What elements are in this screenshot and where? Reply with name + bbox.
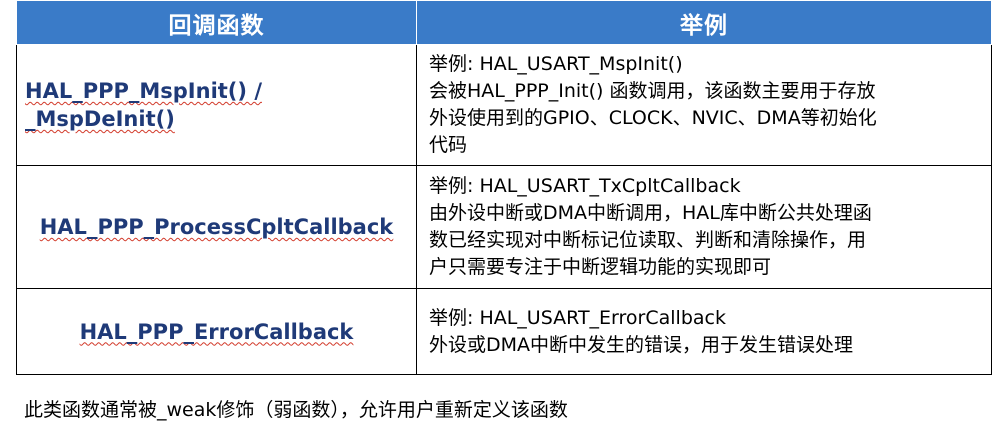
description-line: 外设使用到的GPIO、CLOCK、NVIC、DMA等初始化 [429, 107, 877, 129]
function-name-cell: HAL_PPP_ErrorCallback [16, 288, 417, 375]
description-line: 由外设中断或DMA中断调用，HAL库中断公共处理函 [429, 202, 872, 224]
page: 回调函数 举例 HAL_PPP_MspInit() / _MspDeInit()… [0, 0, 1008, 432]
table-row: HAL_PPP_ErrorCallback 举例: HAL_USART_Erro… [16, 288, 992, 375]
description-line: 外设或DMA中断中发生的错误，用于发生错误处理 [429, 333, 854, 356]
function-name-line: _MspDeInit() [25, 107, 175, 131]
example-line: 举例: HAL_USART_MspInit() [429, 53, 683, 75]
function-name-cell: HAL_PPP_ProcessCpltCallback [16, 165, 417, 289]
function-name-line: HAL_PPP_ErrorCallback [79, 319, 354, 344]
table-row: HAL_PPP_ProcessCpltCallback 举例: HAL_USAR… [16, 165, 992, 289]
description-line: 代码 [429, 134, 468, 156]
table-row: HAL_PPP_MspInit() / _MspDeInit() 举例: HAL… [16, 44, 992, 166]
description-cell: 举例: HAL_USART_MspInit() 会被HAL_PPP_Init()… [416, 44, 992, 166]
description-line: 数已经实现对中断标记位读取、判断和清除操作，用 [429, 229, 867, 251]
description-cell: 举例: HAL_USART_ErrorCallback 外设或DMA中断中发生的… [416, 288, 992, 375]
description-line: 会被HAL_PPP_Init() 函数调用，该函数主要用于存放 [429, 80, 876, 102]
description-cell: 举例: HAL_USART_TxCpltCallback 由外设中断或DMA中断… [416, 165, 992, 289]
header-example: 举例 [416, 0, 992, 45]
description-line: 户只需要专注于中断逻辑功能的实现即可 [429, 256, 772, 278]
example-line: 举例: HAL_USART_TxCpltCallback [429, 175, 741, 197]
function-name-line: HAL_PPP_ProcessCpltCallback [39, 215, 394, 239]
caption-note: 此类函数通常被_weak修饰（弱函数），允许用户重新定义该函数 [24, 399, 568, 421]
function-name-cell: HAL_PPP_MspInit() / _MspDeInit() [16, 44, 417, 166]
function-name-line: HAL_PPP_MspInit() / [25, 79, 262, 103]
header-callback-function: 回调函数 [16, 0, 417, 45]
table-header-row: 回调函数 举例 [16, 0, 992, 45]
callback-table: 回调函数 举例 HAL_PPP_MspInit() / _MspDeInit()… [16, 0, 992, 375]
example-line: 举例: HAL_USART_ErrorCallback [429, 306, 726, 329]
